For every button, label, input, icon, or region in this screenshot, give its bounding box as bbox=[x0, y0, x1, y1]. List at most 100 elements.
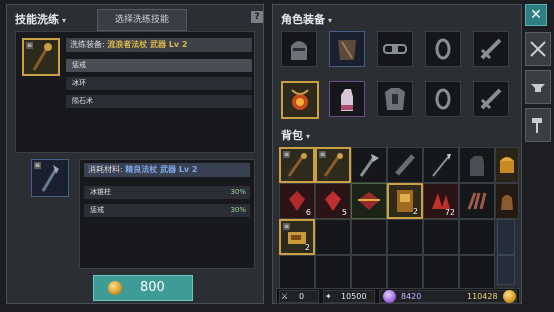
currency-value-4: 110428 bbox=[467, 292, 498, 301]
ring-slot[interactable] bbox=[425, 81, 461, 117]
bag-slot[interactable]: 2 bbox=[387, 183, 423, 219]
bag-slot[interactable] bbox=[351, 183, 387, 219]
currency-bar: ⚔ 0 ✦ 10500 8420 110428 bbox=[276, 288, 520, 304]
equipment-slot[interactable]: ≡ bbox=[22, 38, 60, 76]
anvil-icon bbox=[531, 84, 545, 92]
bag-slot[interactable]: ≡ 2 bbox=[279, 219, 315, 255]
bag-slot[interactable] bbox=[351, 147, 387, 183]
item-count: 2 bbox=[412, 207, 418, 216]
bag-slot-locked[interactable] bbox=[497, 255, 515, 285]
bag-slot-empty[interactable] bbox=[387, 255, 423, 291]
helmet-icon bbox=[291, 41, 307, 60]
item-count: 72 bbox=[444, 208, 455, 217]
stack-icon: ≡ bbox=[283, 223, 291, 230]
stack-icon: ≡ bbox=[34, 162, 42, 169]
armor-icon bbox=[338, 40, 356, 60]
bag-title[interactable]: 背包 ▾ bbox=[281, 127, 310, 143]
bag-slot[interactable]: ≡ bbox=[279, 147, 315, 183]
bag-slot-empty[interactable] bbox=[423, 219, 459, 255]
bag-slot[interactable] bbox=[459, 183, 495, 219]
bag-slot-empty[interactable] bbox=[423, 255, 459, 291]
bag-slot[interactable] bbox=[495, 183, 519, 219]
bag-slot-empty[interactable] bbox=[387, 219, 423, 255]
sword-icon bbox=[395, 154, 415, 176]
skill-option[interactable]: 陨石术 bbox=[66, 95, 252, 108]
amulet-slot[interactable] bbox=[281, 81, 319, 119]
gem-currency-icon bbox=[383, 290, 396, 303]
treasure-chest-icon bbox=[500, 157, 514, 173]
refine-cost-value: 800 bbox=[140, 280, 165, 295]
belt-icon bbox=[383, 44, 407, 54]
material-prefix: 消耗材料: bbox=[88, 165, 123, 174]
chest-slot[interactable] bbox=[377, 81, 413, 117]
bag-slot-empty[interactable] bbox=[351, 255, 387, 291]
gloves-slot[interactable] bbox=[329, 81, 365, 117]
refine-cost-button[interactable]: 800 bbox=[93, 275, 193, 301]
equipment-name-bar: 洗练装备: 流浪者法杖 武器 Lv 2 bbox=[66, 38, 252, 52]
ring-icon bbox=[435, 38, 451, 60]
equipment-name: 流浪者法杖 武器 Lv 2 bbox=[107, 40, 188, 49]
bag-slot[interactable] bbox=[387, 147, 423, 183]
crossed-weapons-icon bbox=[530, 41, 546, 57]
bag-slot-empty[interactable] bbox=[459, 219, 495, 255]
bag-slot-empty[interactable] bbox=[459, 255, 495, 291]
pouch-icon bbox=[501, 195, 513, 210]
close-button[interactable]: ✕ bbox=[525, 4, 547, 26]
stack-icon: ≡ bbox=[26, 42, 34, 49]
currency-value-3: 8420 bbox=[401, 292, 422, 301]
bag-slot[interactable]: ≡ bbox=[315, 147, 351, 183]
skill-option[interactable]: 惩戒 bbox=[66, 59, 252, 72]
red-gem-icon bbox=[358, 192, 380, 210]
bag-slot[interactable]: 6 bbox=[279, 183, 315, 219]
sword-icon bbox=[480, 38, 502, 60]
currency-value-2: 10500 bbox=[341, 292, 367, 301]
halberd-icon bbox=[359, 154, 379, 177]
item-count: 5 bbox=[341, 208, 347, 217]
sword-icon bbox=[480, 88, 502, 110]
select-skill-tab[interactable]: 选择洗练技能 bbox=[97, 9, 187, 31]
bag-slot[interactable]: 5 bbox=[315, 183, 351, 219]
material-slot[interactable]: ≡ bbox=[31, 159, 69, 197]
helmet-slot[interactable] bbox=[281, 31, 317, 67]
material-option-name: 惩戒 bbox=[90, 206, 104, 214]
ring-slot[interactable] bbox=[425, 31, 461, 67]
ring-icon bbox=[435, 88, 451, 110]
item-count: 2 bbox=[304, 243, 310, 252]
gold-coin-icon bbox=[503, 290, 516, 303]
material-option-pct: 30% bbox=[230, 206, 246, 214]
belt-slot[interactable] bbox=[377, 31, 413, 67]
hammer-tab[interactable] bbox=[525, 108, 551, 142]
amulet-icon bbox=[291, 89, 309, 110]
bag-slot[interactable] bbox=[495, 147, 519, 183]
skill-option[interactable]: 冰环 bbox=[66, 77, 252, 90]
inventory-panel: 角色装备 ▾ 背包 ▾ ≡ ≡ 6 5 2 72 ≡ 2 bbox=[272, 4, 522, 304]
sword-slot[interactable] bbox=[473, 31, 509, 67]
item-count: 6 bbox=[305, 208, 311, 217]
spear-icon bbox=[432, 154, 451, 177]
weapon-tab[interactable] bbox=[525, 32, 551, 66]
bag-slot-empty[interactable] bbox=[315, 255, 351, 291]
anvil-tab[interactable] bbox=[525, 70, 551, 104]
help-icon[interactable]: ? bbox=[251, 11, 263, 23]
bag-slot-empty[interactable] bbox=[351, 219, 387, 255]
armor-slot[interactable] bbox=[329, 31, 365, 67]
material-name-bar: 消耗材料: 精良法杖 武器 Lv 2 bbox=[84, 163, 250, 177]
sword-slot[interactable] bbox=[473, 81, 509, 117]
claw-icon bbox=[467, 192, 487, 210]
wing-currency-icon: ✦ bbox=[325, 292, 332, 301]
material-option-name: 冰锥柱 bbox=[90, 188, 111, 196]
bag-slot-locked[interactable] bbox=[497, 219, 515, 255]
stack-icon: ≡ bbox=[283, 151, 291, 158]
sword-currency-icon: ⚔ bbox=[281, 292, 289, 301]
bag-slot-empty[interactable] bbox=[279, 255, 315, 291]
bag-slot[interactable] bbox=[423, 147, 459, 183]
character-equipment-title[interactable]: 角色装备 ▾ bbox=[281, 11, 332, 27]
stack-icon: ≡ bbox=[319, 151, 327, 158]
equipment-box: ≡ 洗练装备: 流浪者法杖 武器 Lv 2 惩戒 冰环 陨石术 bbox=[15, 31, 255, 153]
bag-slot[interactable] bbox=[459, 147, 495, 183]
bag-slot-empty[interactable] bbox=[315, 219, 351, 255]
bag-slot[interactable]: 72 bbox=[423, 183, 459, 219]
material-option: 冰锥柱 30% bbox=[84, 186, 250, 199]
staff-icon bbox=[41, 165, 59, 192]
skill-refine-title[interactable]: 技能洗练 ▾ bbox=[15, 11, 66, 27]
